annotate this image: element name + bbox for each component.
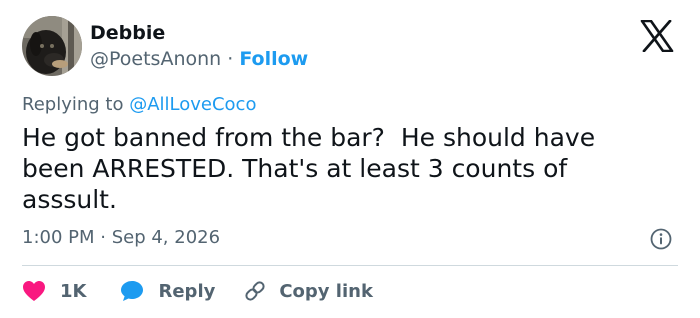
reply-button[interactable]: Reply [120, 280, 215, 302]
reply-prefix: Replying to [22, 94, 130, 115]
author-handle-row: @PoetsAnonn · Follow [90, 48, 308, 70]
heart-icon [23, 281, 45, 301]
link-icon [245, 281, 265, 301]
author-handle[interactable]: @PoetsAnonn [90, 48, 221, 70]
avatar[interactable] [22, 16, 82, 76]
speech-bubble-icon [121, 281, 144, 301]
info-icon[interactable] [650, 228, 672, 250]
tweet-text: He got banned from the bar? He should ha… [22, 123, 596, 214]
reply-mention-link[interactable]: @AllLoveCoco [129, 94, 256, 115]
follow-button[interactable]: Follow [239, 48, 308, 70]
divider [22, 265, 678, 266]
like-count: 1K [60, 280, 87, 302]
x-logo-icon[interactable] [640, 19, 674, 53]
separator-dot: · [227, 48, 234, 70]
reply-context: Replying to @AllLoveCoco [22, 94, 256, 115]
reply-label: Reply [158, 280, 216, 302]
like-button[interactable]: 1K [22, 280, 86, 302]
copy-link-button[interactable]: Copy link [243, 279, 373, 303]
copy-link-label: Copy link [279, 280, 373, 302]
author-name[interactable]: Debbie [90, 22, 165, 44]
tweet-timestamp[interactable]: 1:00 PM · Sep 4, 2026 [22, 227, 220, 248]
action-bar: 1K Reply Copy link [22, 279, 373, 303]
